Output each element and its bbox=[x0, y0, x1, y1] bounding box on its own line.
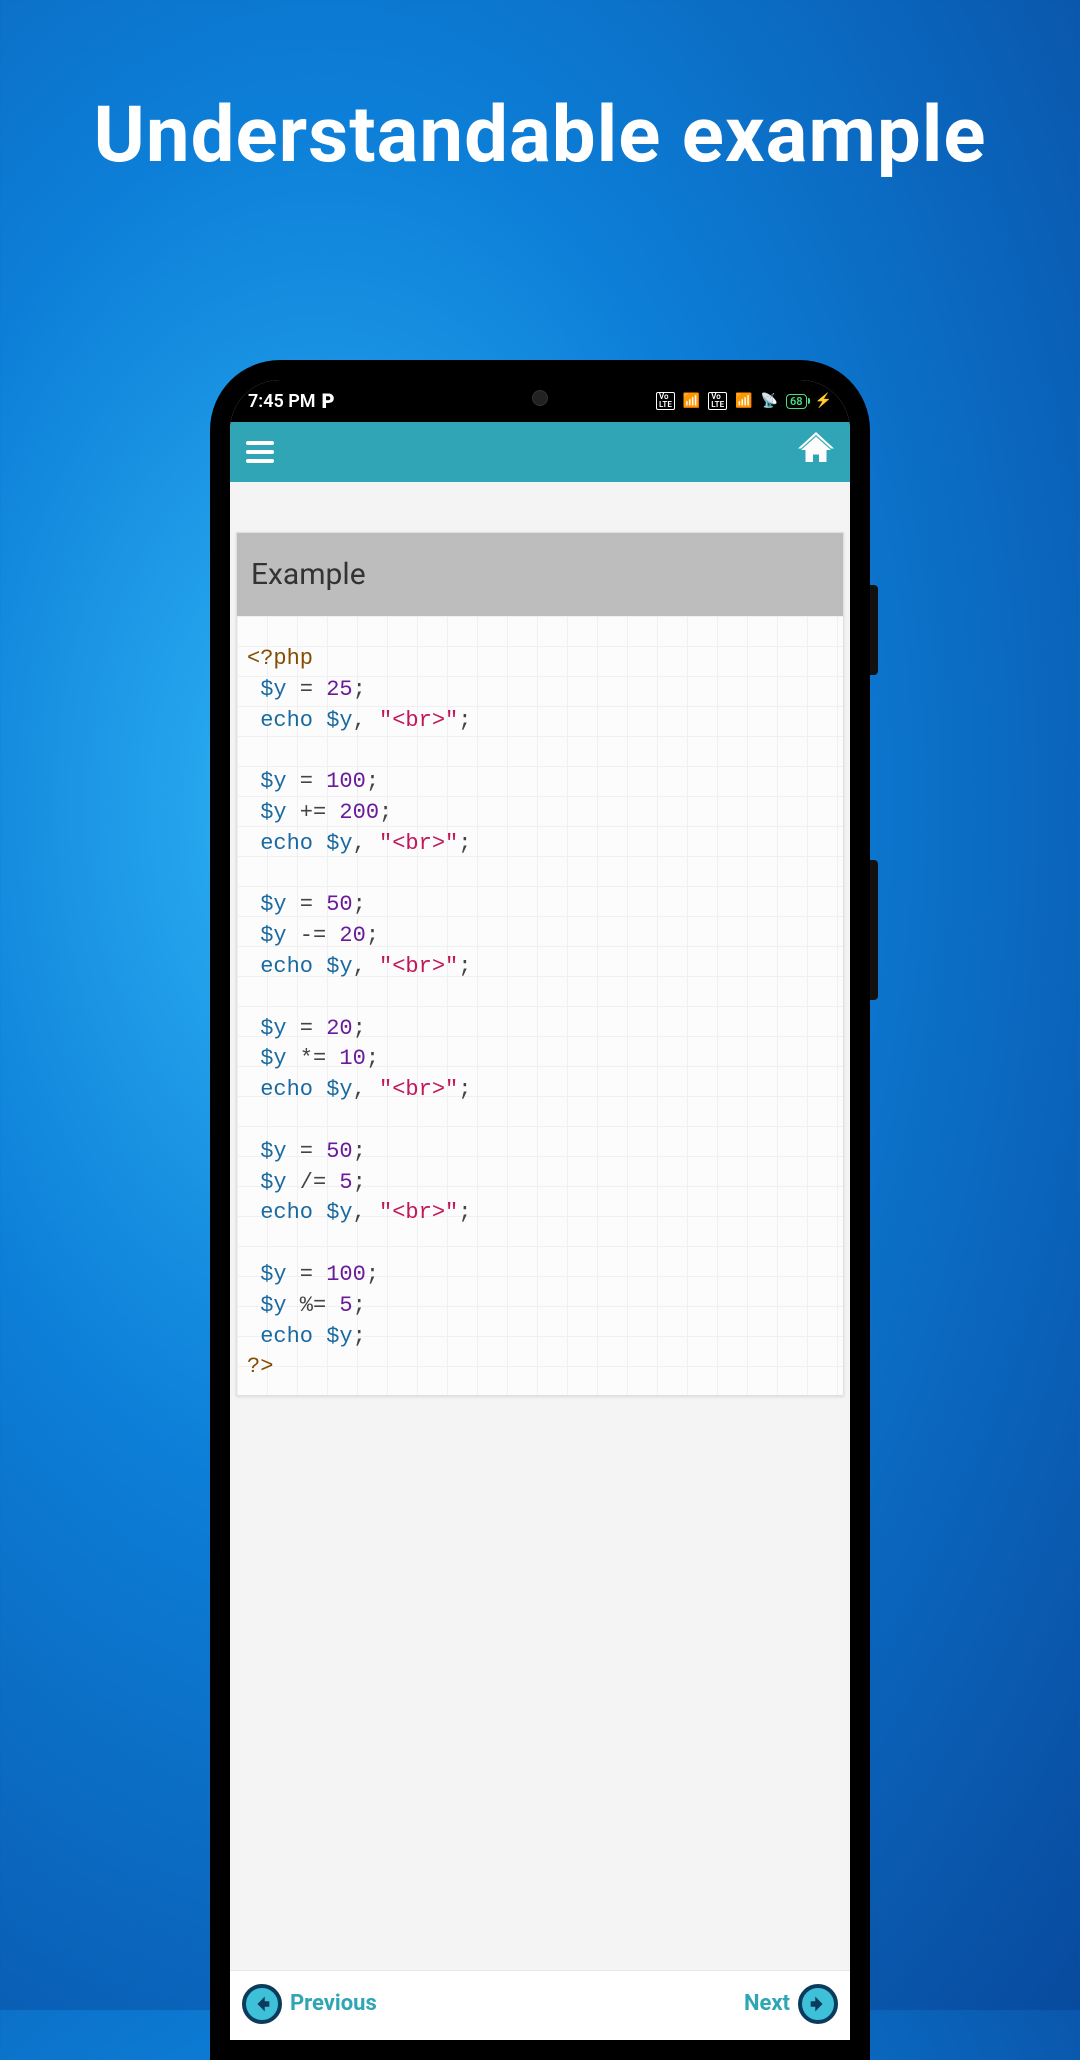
content-area[interactable]: Example <?php $y = 25; echo $y, "<br>"; … bbox=[230, 482, 850, 1970]
page-title: Understandable example bbox=[0, 90, 1080, 181]
next-button[interactable]: Next bbox=[744, 1984, 838, 2024]
signal-icon: 📶 bbox=[683, 393, 700, 409]
status-time: 7:45 PM bbox=[248, 391, 316, 412]
app-bar bbox=[230, 422, 850, 482]
previous-label: Previous bbox=[290, 1991, 377, 2016]
next-label: Next bbox=[744, 1991, 790, 2016]
home-icon[interactable] bbox=[798, 432, 834, 472]
phone-notch bbox=[425, 380, 655, 412]
phone-frame: 7:45 PM P ⏰ VoLTE 📶 VoLTE 📶 📡 68 ⚡ bbox=[210, 360, 870, 2060]
phone-screen: 7:45 PM P ⏰ VoLTE 📶 VoLTE 📶 📡 68 ⚡ bbox=[230, 380, 850, 2040]
example-card: Example <?php $y = 25; echo $y, "<br>"; … bbox=[236, 532, 844, 1396]
phone-side-button bbox=[870, 585, 878, 675]
arrow-left-icon bbox=[242, 1984, 282, 2024]
arrow-right-icon bbox=[798, 1984, 838, 2024]
hamburger-icon[interactable] bbox=[246, 441, 274, 463]
charging-icon: ⚡ bbox=[815, 393, 832, 409]
status-indicator: P bbox=[322, 389, 335, 413]
previous-button[interactable]: Previous bbox=[242, 1984, 377, 2024]
wifi-icon: 📡 bbox=[761, 393, 778, 409]
example-header: Example bbox=[237, 533, 843, 616]
signal-icon: 📶 bbox=[735, 393, 752, 409]
phone-side-button bbox=[870, 860, 878, 1000]
volte-icon: VoLTE bbox=[708, 392, 727, 410]
battery-icon: 68 bbox=[786, 394, 807, 409]
bottom-nav: Previous Next bbox=[230, 1970, 850, 2040]
volte-icon: VoLTE bbox=[656, 392, 675, 410]
code-block: <?php $y = 25; echo $y, "<br>"; $y = 100… bbox=[237, 616, 843, 1395]
